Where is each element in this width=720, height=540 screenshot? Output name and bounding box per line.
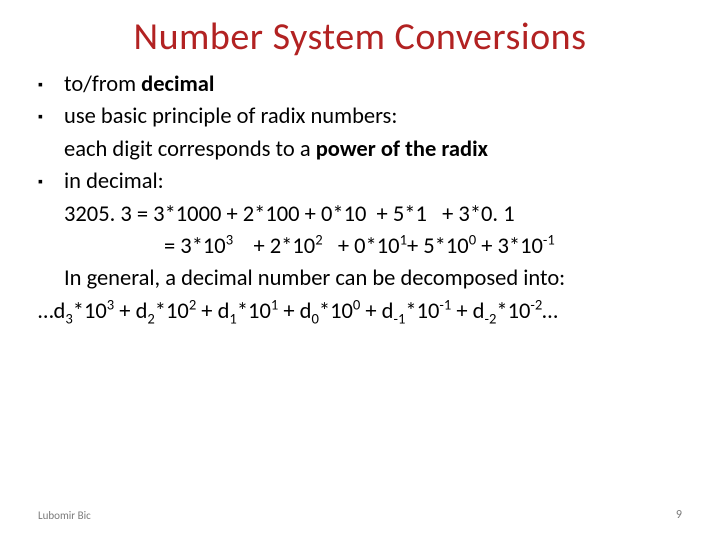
bullet-2-text: use basic principle of radix numbers: bbox=[64, 102, 682, 132]
page-number: 9 bbox=[676, 508, 682, 522]
bullet-2-sub-pre: each digit corresponds to a bbox=[64, 136, 316, 163]
bullet-1-bold: decimal bbox=[141, 71, 214, 98]
bullet-marker-icon: ▪ bbox=[38, 167, 64, 197]
bullet-2-subline: each digit corresponds to a power of the… bbox=[38, 135, 682, 165]
equation-line-2: = 3*103 + 2*102 + 0*101+ 5*100 + 3*10-1 bbox=[38, 232, 682, 262]
equation-line-1: 3205. 3 = 3*1000 + 2*100 + 0*10 + 5*1 + … bbox=[38, 200, 682, 230]
bullet-2: ▪ use basic principle of radix numbers: bbox=[38, 102, 682, 132]
bullet-marker-icon: ▪ bbox=[38, 102, 64, 132]
bullet-1: ▪ to/from decimal bbox=[38, 70, 682, 100]
bullet-3-text: in decimal: bbox=[64, 167, 682, 197]
bullet-marker-icon: ▪ bbox=[38, 70, 64, 100]
slide-title: Number System Conversions bbox=[0, 0, 720, 70]
bullet-1-pre: to/from bbox=[64, 71, 141, 98]
bullet-3: ▪ in decimal: bbox=[38, 167, 682, 197]
slide-body: ▪ to/from decimal ▪ use basic principle … bbox=[0, 70, 720, 327]
general-equation: …d3*103 + d2*102 + d1*101 + d0*100 + d-1… bbox=[38, 297, 682, 327]
general-intro: In general, a decimal number can be deco… bbox=[38, 264, 682, 294]
slide: Number System Conversions ▪ to/from deci… bbox=[0, 0, 720, 540]
bullet-1-text: to/from decimal bbox=[64, 70, 682, 100]
footer-author: Lubomir Bic bbox=[38, 509, 91, 522]
bullet-2-sub-bold: power of the radix bbox=[316, 136, 488, 163]
